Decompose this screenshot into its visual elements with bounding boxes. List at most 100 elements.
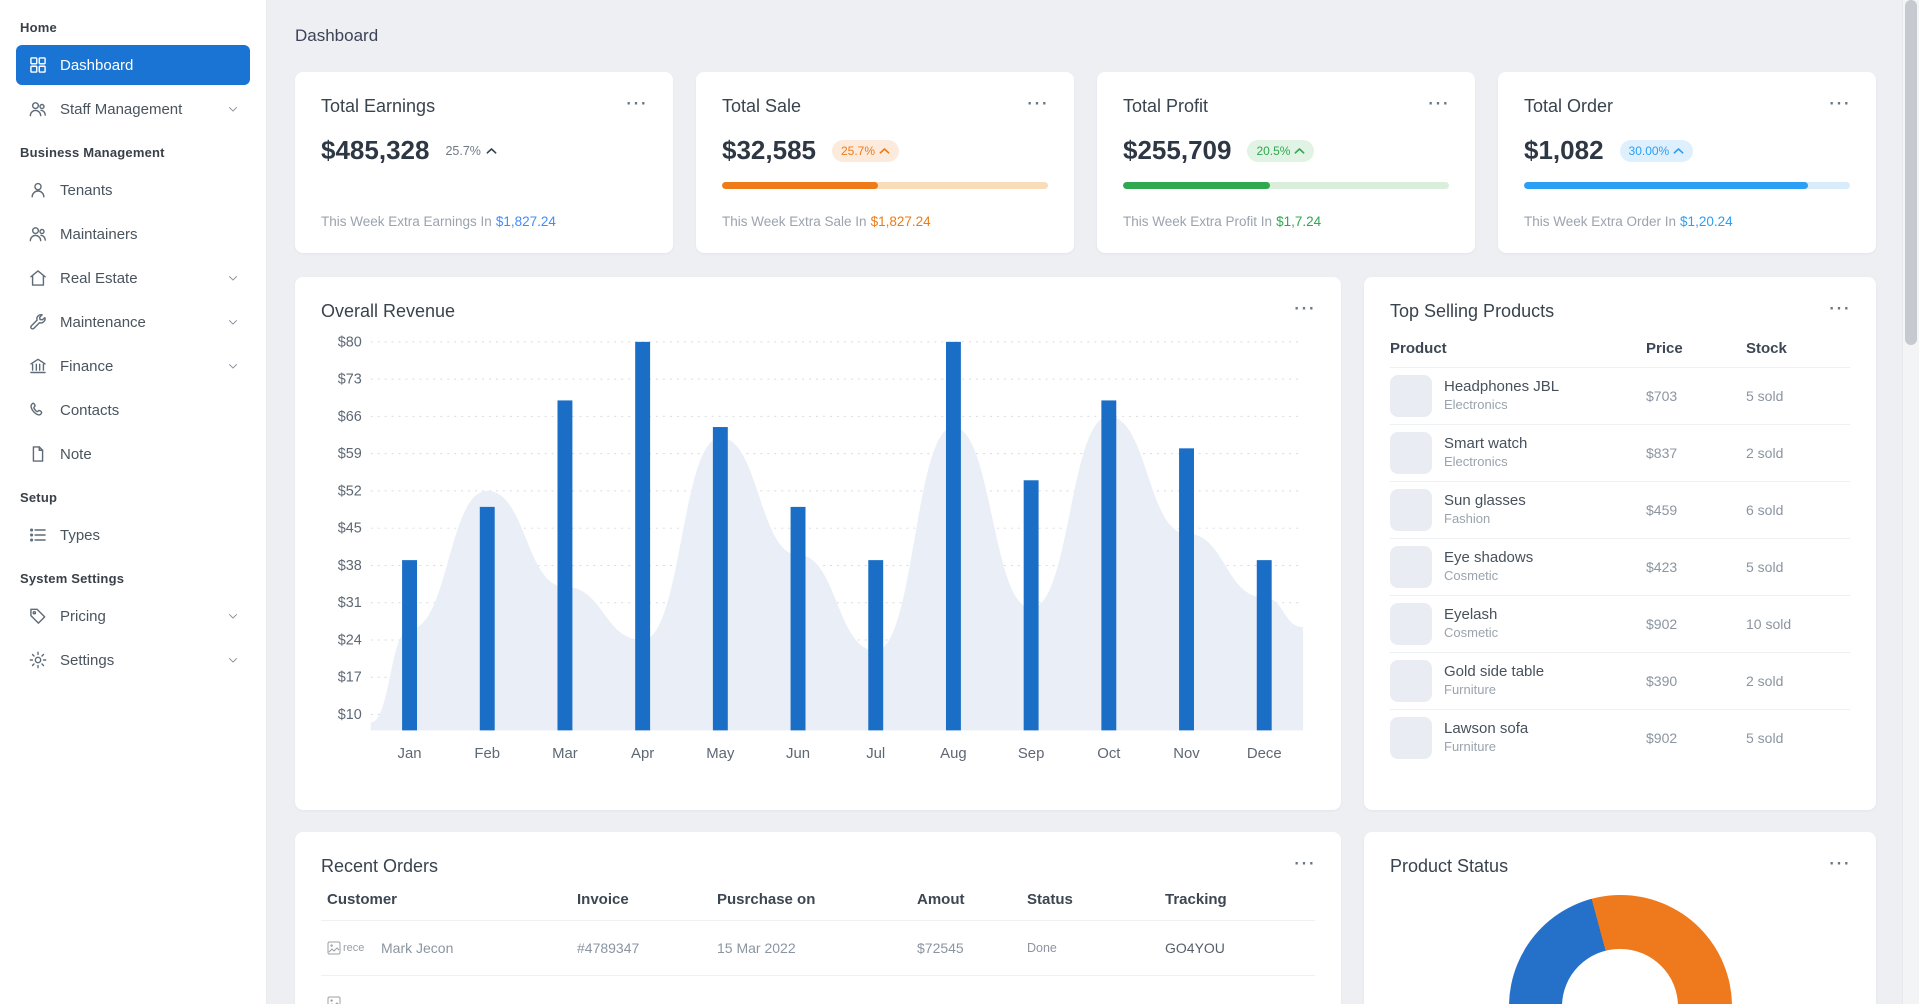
product-price: $459 <box>1646 502 1678 518</box>
sidebar-item-label: Tenants <box>60 181 113 199</box>
stat-change-badge: 25.7% <box>831 139 900 162</box>
stat-change-badge: 30.00% <box>1619 139 1694 162</box>
card-title: Product Status <box>1390 856 1509 876</box>
card-title: Recent Orders <box>321 856 439 876</box>
grid-icon <box>28 55 48 75</box>
card-menu-icon[interactable]: ⋯ <box>1293 852 1315 874</box>
stat-note: This Week Extra Order In $1,20.24 <box>1524 214 1733 229</box>
sidebar-item-finance[interactable]: Finance <box>16 346 250 386</box>
sidebar-item-dashboard[interactable]: Dashboard <box>16 45 250 85</box>
svg-text:Feb: Feb <box>474 746 500 762</box>
product-status-card: Product Status ⋯ <box>1364 832 1876 1004</box>
progress-bar <box>722 182 1048 189</box>
stat-cards-row: Total Earnings ⋯ $485,328 25.7% This Wee… <box>295 72 1876 253</box>
note-icon <box>28 444 48 464</box>
product-thumbnail <box>1390 546 1432 588</box>
column-header: Customer <box>327 891 398 908</box>
card-menu-icon[interactable]: ⋯ <box>625 92 647 114</box>
sidebar-item-contacts[interactable]: Contacts <box>16 390 250 430</box>
sidebar-item-tenants[interactable]: Tenants <box>16 170 250 210</box>
stat-title: Total Earnings <box>321 96 436 116</box>
sidebar-section-business-management: Business Management <box>20 145 165 160</box>
svg-text:$10: $10 <box>338 707 362 723</box>
sidebar-item-staff-management[interactable]: Staff Management <box>16 89 250 129</box>
sidebar-item-maintenance[interactable]: Maintenance <box>16 302 250 342</box>
stat-change: 25.7% <box>445 144 497 158</box>
card-menu-icon[interactable]: ⋯ <box>1293 297 1315 319</box>
product-thumbnail <box>1390 660 1432 702</box>
bank-icon <box>28 356 48 376</box>
sidebar-item-pricing[interactable]: Pricing <box>16 596 250 636</box>
stat-note: This Week Extra Profit In $1,7.24 <box>1123 214 1322 229</box>
sidebar-item-settings[interactable]: Settings <box>16 640 250 680</box>
order-row[interactable]: rece Mark Jecon #4789347 15 Mar 2022 $72… <box>321 921 1315 976</box>
card-menu-icon[interactable]: ⋯ <box>1828 297 1850 319</box>
column-header: Stock <box>1746 340 1787 357</box>
app-root: Home Dashboard Staff Management Business… <box>0 0 1919 1004</box>
card-menu-icon[interactable]: ⋯ <box>1828 92 1850 114</box>
sidebar-item-real-estate[interactable]: Real Estate <box>16 258 250 298</box>
sidebar-item-note[interactable]: Note <box>16 434 250 474</box>
products-table-header: Product Price Stock <box>1390 334 1850 368</box>
product-row[interactable]: Smart watch Electronics $837 2 sold <box>1390 425 1850 482</box>
main-content: Dashboard Total Earnings ⋯ $485,328 25.7… <box>267 0 1902 1004</box>
sidebar-item-label: Real Estate <box>60 269 138 287</box>
sidebar-item-label: Contacts <box>60 401 120 419</box>
svg-text:Apr: Apr <box>631 746 654 762</box>
tag-icon <box>28 606 48 626</box>
svg-text:Dece: Dece <box>1247 746 1282 762</box>
product-price: $390 <box>1646 673 1678 689</box>
stat-card-total-sale: Total Sale ⋯ $32,585 25.7% This Week Ext… <box>696 72 1074 253</box>
products-table: Product Price Stock Headphones JBL Elect… <box>1390 334 1850 766</box>
product-price: $423 <box>1646 559 1678 575</box>
chevron-down-icon <box>226 653 240 667</box>
scrollbar-thumb[interactable] <box>1905 0 1917 345</box>
product-thumbnail <box>1390 603 1432 645</box>
overall-revenue-card: Overall Revenue ⋯ $10 $17 $24 $31 $38 $45 $52 $… <box>295 277 1341 810</box>
chevron-down-icon <box>226 271 240 285</box>
svg-text:May: May <box>706 746 735 762</box>
order-tracking: GO4YOU <box>1165 940 1225 956</box>
sidebar-item-label: Note <box>60 445 92 463</box>
sidebar-item-maintainers[interactable]: Maintainers <box>16 214 250 254</box>
sidebar-item-label: Staff Management <box>60 100 183 118</box>
chevron-down-icon <box>226 609 240 623</box>
product-stock: 10 sold <box>1746 616 1792 632</box>
card-menu-icon[interactable]: ⋯ <box>1026 92 1048 114</box>
product-row[interactable]: Gold side table Furniture $390 2 sold <box>1390 653 1850 710</box>
product-row[interactable]: Sun glasses Fashion $459 6 sold <box>1390 482 1850 539</box>
sidebar-item-types[interactable]: Types <box>16 515 250 555</box>
svg-text:$52: $52 <box>338 483 362 499</box>
product-stock: 2 sold <box>1746 673 1784 689</box>
vertical-scrollbar[interactable] <box>1902 0 1919 1004</box>
product-row[interactable]: Eyelash Cosmetic $902 10 sold <box>1390 596 1850 653</box>
stat-title: Total Order <box>1524 96 1614 116</box>
card-title: Top Selling Products <box>1390 301 1555 321</box>
stat-note: This Week Extra Earnings In $1,827.24 <box>321 214 556 229</box>
product-price: $703 <box>1646 388 1678 404</box>
product-row[interactable]: Headphones JBL Electronics $703 5 sold <box>1390 368 1850 425</box>
product-status-donut <box>1508 895 1732 1004</box>
phone-icon <box>28 400 48 420</box>
card-title: Overall Revenue <box>321 301 456 321</box>
order-row-partial[interactable] <box>321 976 1315 1004</box>
sidebar-item-label: Dashboard <box>60 56 134 74</box>
svg-text:$24: $24 <box>338 632 362 648</box>
product-price: $837 <box>1646 445 1678 461</box>
stat-change-badge: 20.5% <box>1247 139 1315 162</box>
card-menu-icon[interactable]: ⋯ <box>1427 92 1449 114</box>
users-icon <box>28 224 48 244</box>
avatar-alt-text: rece <box>343 942 365 954</box>
stat-card-total-earnings: Total Earnings ⋯ $485,328 25.7% This Wee… <box>295 72 673 253</box>
orders-table-header: Customer Invoice Pusrchase on Amout Stat… <box>321 877 1315 921</box>
order-status-badge: Done <box>1027 941 1057 955</box>
product-row[interactable]: Lawson sofa Furniture $902 5 sold <box>1390 710 1850 766</box>
product-thumbnail <box>1390 489 1432 531</box>
product-thumbnail <box>1390 432 1432 474</box>
card-menu-icon[interactable]: ⋯ <box>1828 852 1850 874</box>
column-header: Invoice <box>577 891 629 908</box>
svg-text:$45: $45 <box>338 521 362 537</box>
product-row[interactable]: Eye shadows Cosmetic $423 5 sold <box>1390 539 1850 596</box>
middle-row: Overall Revenue ⋯ $10 $17 $24 $31 $38 $45 $52 $… <box>295 277 1876 810</box>
stat-title: Total Profit <box>1123 96 1209 116</box>
